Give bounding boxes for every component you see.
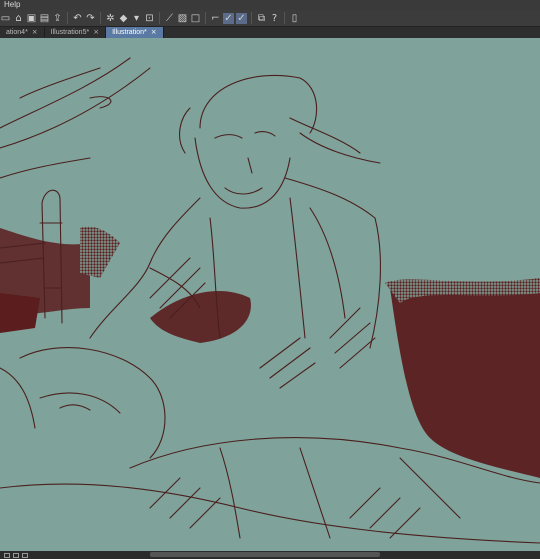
close-icon[interactable]: × <box>151 27 157 38</box>
document-tabs: ation4* × Illustration5* × Illustration*… <box>0 27 540 38</box>
settings-icon[interactable]: ▯ <box>289 13 300 24</box>
help-icon[interactable]: ? <box>269 13 280 24</box>
menu-bar: Help <box>0 0 540 10</box>
layer-icon[interactable]: ⧉ <box>256 13 267 24</box>
save-as-icon[interactable]: ▤ <box>39 13 50 24</box>
menu-help[interactable]: Help <box>0 0 20 9</box>
toolbar-divider <box>100 12 101 24</box>
tab-illustration4[interactable]: ation4* × <box>0 27 45 38</box>
view-toggle-icon[interactable] <box>4 552 10 558</box>
toolbar-divider <box>67 12 68 24</box>
square-icon[interactable]: □ <box>190 13 201 24</box>
open-icon[interactable]: ⌂ <box>13 13 24 24</box>
rect-select-icon[interactable]: ▨ <box>177 13 188 24</box>
curve-icon[interactable]: ⌐ <box>210 13 221 24</box>
selection-icon[interactable]: ⊡ <box>144 13 155 24</box>
tab-illustration[interactable]: Illustration* × <box>106 27 164 38</box>
tab-label: ation4* <box>6 29 28 36</box>
drawing-canvas[interactable] <box>0 38 540 551</box>
toolbar-divider <box>159 12 160 24</box>
horizontal-scrollbar[interactable] <box>150 552 380 557</box>
tab-label: Illustration* <box>112 29 147 36</box>
save-icon[interactable]: ▣ <box>26 13 37 24</box>
export-icon[interactable]: ⇪ <box>52 13 63 24</box>
crop-icon[interactable]: ▾ <box>131 13 142 24</box>
clear-icon[interactable]: ⟋ <box>164 13 175 24</box>
view-toggle-icon[interactable] <box>22 552 28 558</box>
tab-label: Illustration5* <box>50 29 90 36</box>
toolbar: ▭ ⌂ ▣ ▤ ⇪ ↶ ↷ ✲ ◆ ▾ ⊡ ⟋ ▨ □ ⌐ ✓ ✓ ⧉ ? ▯ <box>0 10 540 27</box>
close-icon[interactable]: × <box>32 27 38 38</box>
undo-icon[interactable]: ↶ <box>72 13 83 24</box>
sketch-artwork <box>0 38 540 551</box>
new-icon[interactable]: ▭ <box>0 13 11 24</box>
toolbar-divider <box>251 12 252 24</box>
close-icon[interactable]: × <box>93 27 99 38</box>
pen-icon[interactable]: ✓ <box>223 12 234 24</box>
pencil-icon[interactable]: ✓ <box>236 12 247 24</box>
toolbar-divider <box>284 12 285 24</box>
toolbar-divider <box>205 12 206 24</box>
view-toggle-icon[interactable] <box>13 552 19 558</box>
redo-icon[interactable]: ↷ <box>85 13 96 24</box>
tab-illustration5[interactable]: Illustration5* × <box>45 27 107 38</box>
transform-icon[interactable]: ✲ <box>105 13 116 24</box>
fill-icon[interactable]: ◆ <box>118 13 129 24</box>
